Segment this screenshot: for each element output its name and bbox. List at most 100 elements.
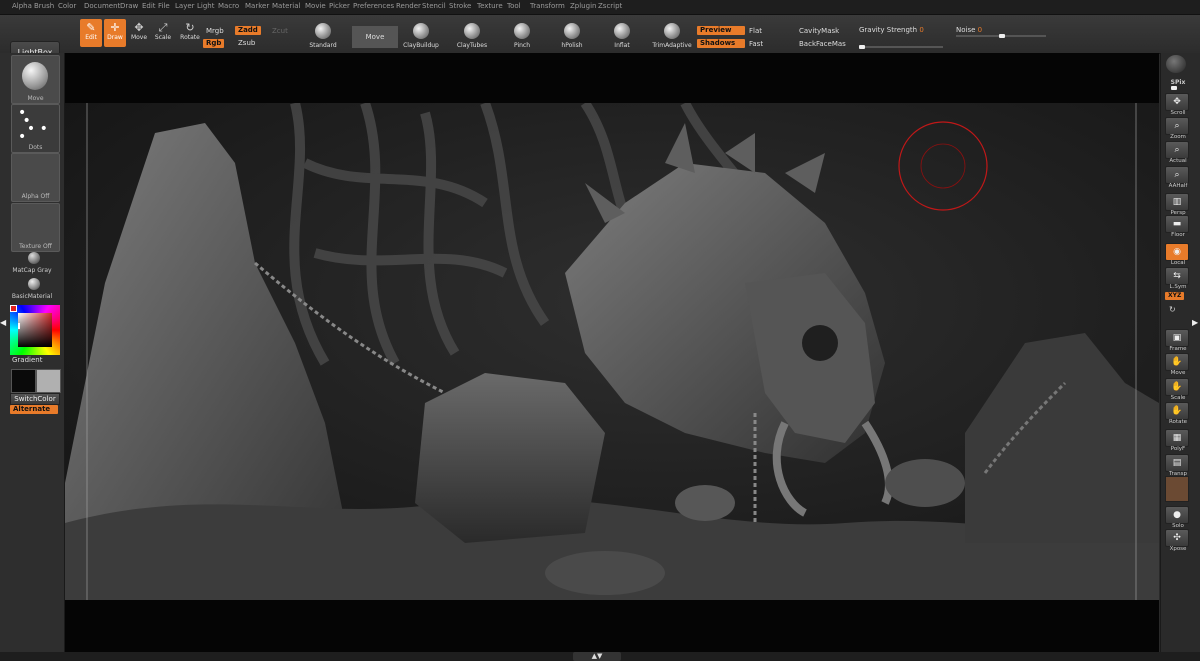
bottom-tray-toggle-icon[interactable]: ▲▼: [573, 652, 621, 661]
gradient-toggle[interactable]: Gradient: [12, 356, 42, 364]
scale-mode-button[interactable]: ⤢ Scale: [152, 19, 174, 47]
brush-trimadaptive[interactable]: TrimAdaptive: [652, 23, 692, 49]
secondary-color-swatch[interactable]: [36, 369, 61, 393]
brush-pinch[interactable]: Pinch: [502, 23, 542, 49]
rotate-button[interactable]: ✋: [1165, 402, 1189, 420]
stroke-thumbnail[interactable]: • • • • • Dots: [11, 104, 60, 153]
small-rock: [675, 485, 735, 521]
menu-material[interactable]: Material: [272, 2, 300, 10]
material-swatch[interactable]: [1165, 476, 1189, 502]
zsub-button[interactable]: Zsub: [238, 39, 255, 47]
menu-render[interactable]: Render: [396, 2, 421, 10]
menu-transform[interactable]: Transform: [530, 2, 565, 10]
xyz-toggle[interactable]: XYZ: [1165, 292, 1185, 300]
scroll-button[interactable]: ✥: [1165, 93, 1189, 111]
menu-alpha[interactable]: Alpha: [12, 2, 32, 10]
rotation-axis-icon[interactable]: ↻: [1169, 305, 1176, 314]
backface-mask-button[interactable]: BackFaceMas: [799, 40, 846, 48]
spix-slider[interactable]: [1171, 86, 1177, 90]
cavity-mask-button[interactable]: CavityMask: [799, 27, 839, 35]
color-cursor: [18, 323, 20, 329]
transp-button[interactable]: ▤: [1165, 454, 1189, 472]
brush-move[interactable]: Move: [352, 26, 398, 48]
menu-movie[interactable]: Movie: [305, 2, 326, 10]
brush-label: ClayTubes: [456, 42, 488, 49]
gravity-strength-slider[interactable]: [859, 46, 943, 48]
menu-document[interactable]: Document: [84, 2, 120, 10]
menu-zscript[interactable]: Zscript: [598, 2, 622, 10]
move-icon: ✥: [134, 21, 144, 34]
alpha-thumbnail[interactable]: Alpha Off: [11, 153, 60, 202]
primary-color-swatch[interactable]: [11, 369, 36, 393]
gravity-strength-slider-knob[interactable]: [859, 45, 865, 49]
fast-button[interactable]: Fast: [749, 40, 763, 48]
zcut-button[interactable]: Zcut: [272, 27, 288, 35]
floor-button[interactable]: ▬: [1165, 215, 1189, 233]
scale-button[interactable]: ✋: [1165, 378, 1189, 396]
saturation-value-square[interactable]: [18, 313, 52, 347]
brush-label: Standard: [309, 42, 337, 49]
left-tray-toggle-icon[interactable]: ◀: [0, 318, 6, 338]
actual-button[interactable]: ⌕: [1165, 141, 1189, 159]
lsym-button[interactable]: ⇆: [1165, 267, 1189, 285]
menu-tool[interactable]: Tool: [507, 2, 521, 10]
menu-light[interactable]: Light: [197, 2, 214, 10]
texture-thumbnail[interactable]: Texture Off: [11, 203, 60, 252]
draw-icon: ✛: [110, 21, 120, 34]
brush-thumbnail[interactable]: Move: [11, 55, 60, 104]
solo-button[interactable]: ●: [1165, 506, 1189, 524]
color-picker[interactable]: [10, 305, 60, 355]
polyf-button[interactable]: ▦: [1165, 429, 1189, 447]
basic-material-icon[interactable]: [28, 278, 40, 290]
menu-stencil[interactable]: Stencil: [422, 2, 446, 10]
right-tray-toggle-icon[interactable]: ▶: [1192, 318, 1200, 338]
document-canvas[interactable]: [65, 103, 1159, 600]
zadd-button[interactable]: Zadd: [235, 26, 261, 35]
brush-thumbnail-label: Move: [27, 95, 44, 102]
menu-macro[interactable]: Macro: [218, 2, 239, 10]
alternate-button[interactable]: Alternate: [10, 405, 58, 414]
brush-sphere-icon: [315, 23, 331, 39]
shadows-button[interactable]: Shadows: [697, 39, 745, 48]
rotate-mode-button[interactable]: ↻ Rotate: [177, 19, 203, 47]
aahalf-button[interactable]: ⌕: [1165, 166, 1189, 184]
brush-claytubes[interactable]: ClayTubes: [452, 23, 492, 49]
mrgb-button[interactable]: Mrgb: [206, 27, 224, 35]
switch-color-button[interactable]: SwitchColor: [10, 393, 60, 405]
menu-file[interactable]: File: [158, 2, 170, 10]
brush-sphere-icon: [664, 23, 680, 39]
menu-color[interactable]: Color: [58, 2, 76, 10]
move-mode-button[interactable]: ✥ Move: [128, 19, 150, 47]
menu-zplugin[interactable]: Zplugin: [570, 2, 596, 10]
small-rock: [545, 551, 665, 595]
menu-layer[interactable]: Layer: [175, 2, 195, 10]
menu-brush[interactable]: Brush: [34, 2, 54, 10]
preview-button[interactable]: Preview: [697, 26, 745, 35]
brush-hpolish[interactable]: hPolish: [552, 23, 592, 49]
menu-preferences[interactable]: Preferences: [353, 2, 394, 10]
matcap-material-icon[interactable]: [28, 252, 40, 264]
brush-inflat[interactable]: Inflat: [602, 23, 642, 49]
move-button[interactable]: ✋: [1165, 353, 1189, 371]
frame-button[interactable]: ▣: [1165, 329, 1189, 347]
menu-picker[interactable]: Picker: [329, 2, 350, 10]
top-shelf: LightBox ✎Edit ✛Draw ✥Move ⤢Scale ↻Rotat…: [0, 15, 1200, 65]
noise-slider-knob[interactable]: [998, 34, 1005, 38]
zoom-button[interactable]: ⌕: [1165, 117, 1189, 135]
menu-draw[interactable]: Draw: [120, 2, 138, 10]
bpr-icon[interactable]: [1166, 55, 1186, 73]
local-button[interactable]: ◉: [1165, 243, 1189, 261]
draw-mode-button[interactable]: ✛ Draw: [104, 19, 126, 47]
flat-button[interactable]: Flat: [749, 27, 762, 35]
xpose-button[interactable]: ✣: [1165, 529, 1189, 547]
rgb-button[interactable]: Rgb: [203, 39, 225, 48]
brush-claybuildup[interactable]: ClayBuildup: [401, 23, 441, 49]
menu-edit[interactable]: Edit: [142, 2, 156, 10]
edit-mode-button[interactable]: ✎ Edit: [80, 19, 102, 47]
persp-button[interactable]: ▥: [1165, 193, 1189, 211]
basic-material-label: BasicMaterial: [11, 293, 53, 300]
menu-texture[interactable]: Texture: [477, 2, 503, 10]
menu-stroke[interactable]: Stroke: [449, 2, 471, 10]
brush-standard[interactable]: Standard: [303, 23, 343, 49]
menu-marker[interactable]: Marker: [245, 2, 269, 10]
